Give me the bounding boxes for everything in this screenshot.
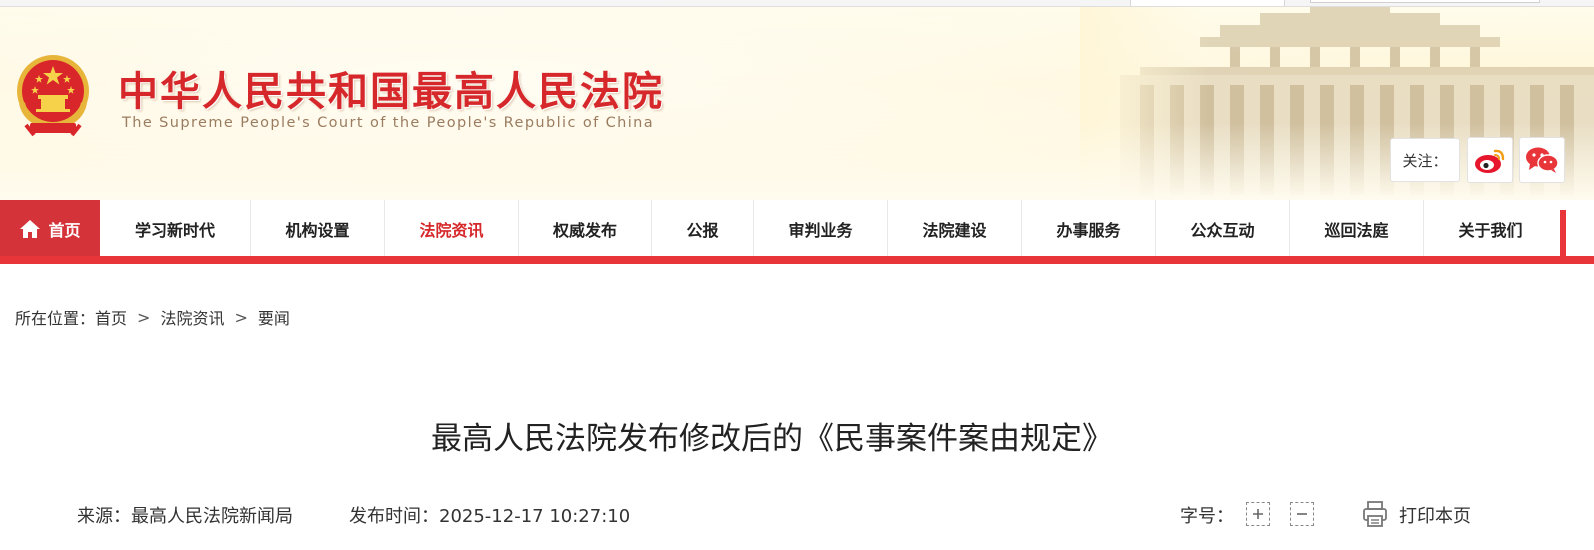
weibo-icon (1475, 149, 1505, 173)
print-page-link[interactable]: 打印本页 (1399, 502, 1471, 528)
nav-underline-bar (0, 256, 1594, 264)
court-building-illustration (1080, 7, 1594, 200)
national-emblem-icon (17, 55, 89, 137)
printer-icon[interactable] (1362, 500, 1388, 528)
plus-icon (1253, 509, 1263, 519)
chevron-right-icon: > (234, 307, 248, 327)
breadcrumb: 所在位置： 首页 > 法院资讯 > 要闻 (15, 305, 290, 329)
chevron-right-icon: > (137, 307, 151, 327)
wechat-icon (1526, 147, 1559, 173)
nav-item-study[interactable]: 学习新时代 (100, 200, 251, 257)
top-strip-search (1310, 0, 1540, 3)
nav-item-interaction[interactable]: 公众互动 (1156, 200, 1290, 257)
nav-item-trial[interactable]: 审判业务 (754, 200, 888, 257)
breadcrumb-court-news[interactable]: 法院资讯 (160, 305, 224, 329)
nav-item-construction[interactable]: 法院建设 (888, 200, 1022, 257)
font-size-label: 字号： (1180, 506, 1234, 527)
nav-item-about[interactable]: 关于我们 (1424, 200, 1557, 257)
site-title-cn[interactable]: 中华人民共和国最高人民法院 (118, 59, 664, 117)
nav-home-label: 首页 (48, 220, 81, 240)
wechat-button[interactable] (1519, 137, 1565, 183)
article-source: 来源：最高人民法院新闻局 (77, 506, 293, 527)
breadcrumb-prefix: 所在位置： (15, 309, 96, 328)
page: 中华人民共和国最高人民法院 The Supreme People's Court… (0, 0, 1594, 550)
nav-item-services[interactable]: 办事服务 (1022, 200, 1156, 257)
breadcrumb-home[interactable]: 首页 (95, 305, 127, 329)
nav-item-organization[interactable]: 机构设置 (251, 200, 385, 257)
site-title-en: The Supreme People's Court of the People… (122, 115, 655, 131)
breadcrumb-current[interactable]: 要闻 (258, 305, 290, 329)
nav-item-gazette[interactable]: 公报 (652, 200, 754, 257)
follow-label: 关注： (1390, 138, 1460, 182)
top-strip-segment (1130, 0, 1285, 6)
article-title: 最高人民法院发布修改后的《民事案件案由规定》 (431, 421, 1113, 457)
top-utility-strip (0, 0, 1594, 7)
article-publish-time: 发布时间：2025-12-17 10:27:10 (349, 506, 631, 527)
nav-right-cap (1560, 210, 1566, 256)
minus-icon (1297, 513, 1307, 515)
site-header: 中华人民共和国最高人民法院 The Supreme People's Court… (0, 7, 1594, 200)
nav-item-circuit-court[interactable]: 巡回法庭 (1290, 200, 1424, 257)
weibo-button[interactable] (1467, 137, 1513, 183)
home-icon (20, 219, 41, 238)
font-increase-button[interactable] (1246, 502, 1270, 526)
nav-item-court-news[interactable]: 法院资讯 (385, 200, 519, 257)
font-decrease-button[interactable] (1290, 502, 1314, 526)
nav-home[interactable]: 首页 (0, 200, 100, 257)
nav-item-releases[interactable]: 权威发布 (519, 200, 652, 257)
